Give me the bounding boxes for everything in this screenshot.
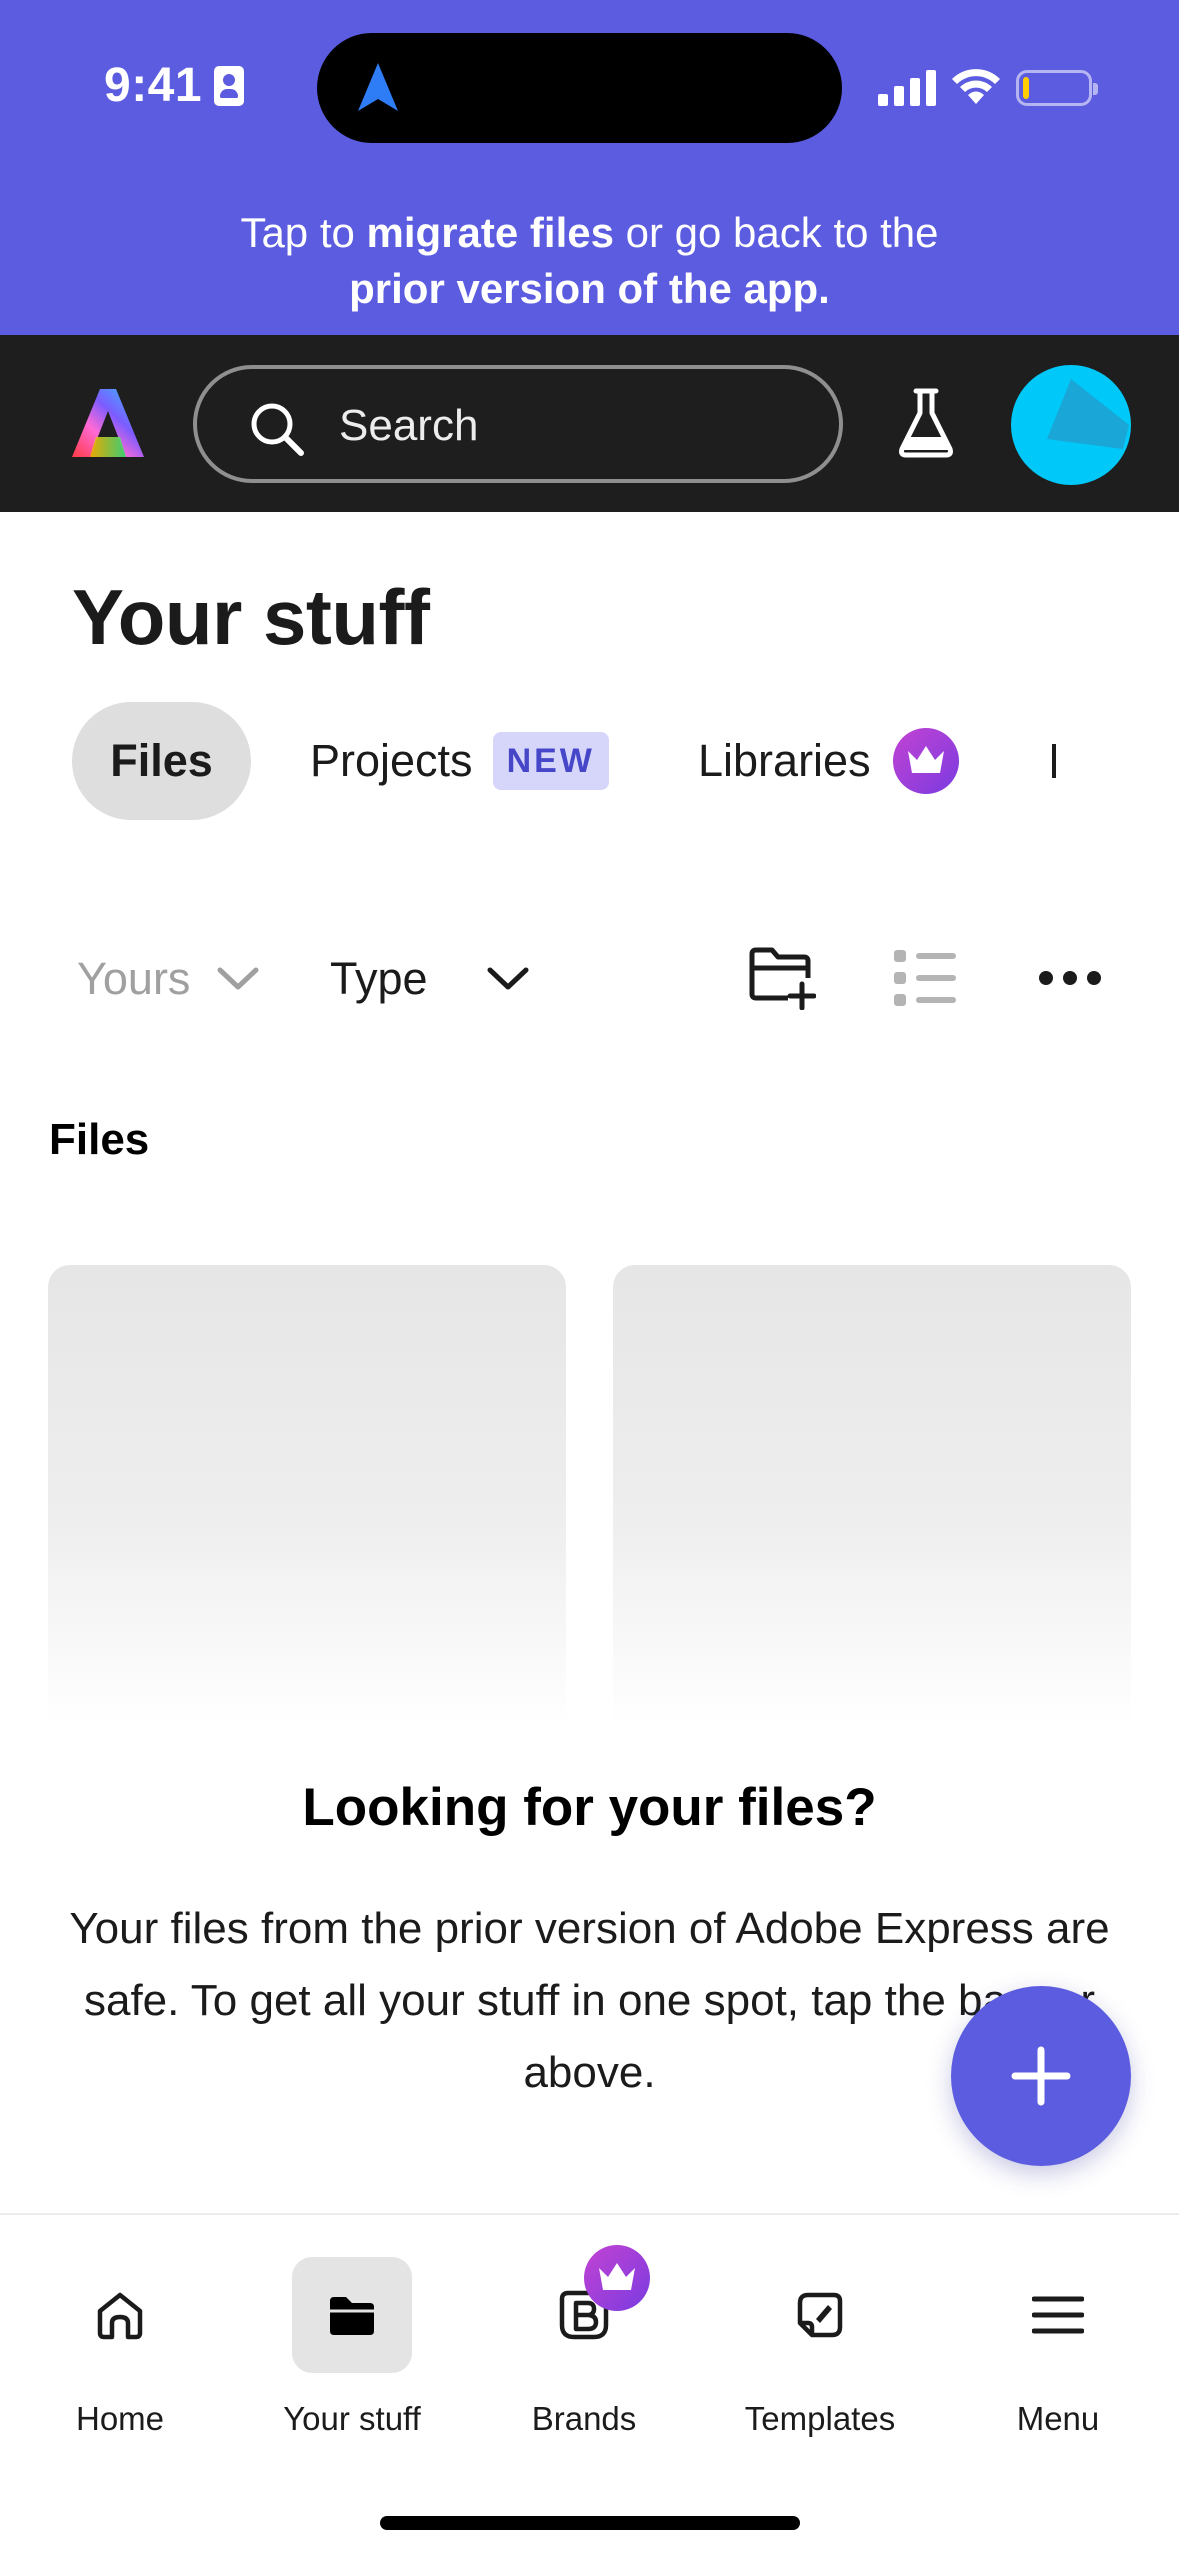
nav-home[interactable]: Home xyxy=(10,2245,230,2437)
id-badge-icon xyxy=(214,66,244,106)
crown-icon xyxy=(584,2245,650,2311)
new-folder-icon[interactable] xyxy=(748,944,816,1010)
nav-templates-label: Templates xyxy=(744,2400,896,2437)
nav-home-label: Home xyxy=(75,2400,165,2437)
tab-overflow[interactable]: I xyxy=(1052,702,1058,820)
file-placeholder-card xyxy=(48,1265,566,1725)
dynamic-island xyxy=(317,33,842,143)
home-icon xyxy=(97,2292,143,2340)
banner-text-suffix: or go back to the xyxy=(613,209,939,256)
chevron-down-icon xyxy=(217,967,259,990)
banner-text-prefix: Tap to xyxy=(240,209,367,256)
avatar-graphic xyxy=(1047,379,1129,449)
nav-your-stuff[interactable]: Your stuff xyxy=(242,2245,462,2437)
navigation-arrow-icon xyxy=(358,63,398,111)
wifi-icon xyxy=(952,69,1000,104)
tab-projects[interactable]: Projects NEW xyxy=(310,702,609,820)
tab-files[interactable]: Files xyxy=(72,702,251,820)
templates-icon xyxy=(797,2292,843,2338)
nav-brands-label: Brands xyxy=(531,2400,637,2437)
nav-your-stuff-label: Your stuff xyxy=(283,2400,421,2437)
menu-icon xyxy=(1032,2296,1084,2334)
app-header: Search xyxy=(0,335,1179,512)
tab-projects-label: Projects xyxy=(310,735,473,786)
avatar[interactable] xyxy=(1011,365,1131,485)
chevron-down-icon xyxy=(487,967,529,990)
tab-libraries-label: Libraries xyxy=(698,735,871,786)
tab-files-label: Files xyxy=(110,735,213,786)
create-new-button[interactable] xyxy=(951,1986,1131,2166)
tab-overflow-glyph: I xyxy=(1052,744,1056,778)
signal-icon xyxy=(878,70,936,106)
file-placeholder-card xyxy=(613,1265,1131,1725)
tab-libraries[interactable]: Libraries xyxy=(698,702,959,820)
top-banner-area: 9:41 Tap to migrate files or go back to … xyxy=(0,0,1179,335)
new-badge: NEW xyxy=(492,732,609,790)
labs-flask-icon[interactable] xyxy=(896,387,956,459)
migrate-banner[interactable]: Tap to migrate files or go back to the p… xyxy=(0,205,1179,317)
battery-icon xyxy=(1016,70,1098,106)
migrate-files-link[interactable]: migrate files xyxy=(367,209,614,256)
empty-state-title: Looking for your files? xyxy=(302,1778,877,1837)
nav-menu[interactable]: Menu xyxy=(948,2245,1168,2437)
folder-icon xyxy=(330,2297,374,2335)
bottom-nav: Home Your stuff Brands Templates Menu xyxy=(0,2213,1179,2556)
crown-icon xyxy=(892,728,959,794)
nav-menu-label: Menu xyxy=(1016,2400,1100,2437)
home-indicator[interactable] xyxy=(380,2516,800,2530)
search-input[interactable]: Search xyxy=(193,365,843,483)
page-title: Your stuff xyxy=(72,573,430,661)
plus-icon xyxy=(1011,2046,1071,2106)
battery-level xyxy=(1023,77,1029,99)
more-options-icon[interactable] xyxy=(1038,966,1102,990)
search-placeholder: Search xyxy=(339,401,479,450)
owner-filter-label: Yours xyxy=(77,953,191,1004)
type-filter-label: Type xyxy=(330,953,428,1004)
adobe-express-logo[interactable] xyxy=(70,385,146,461)
nav-templates[interactable]: Templates xyxy=(710,2245,930,2437)
search-icon xyxy=(251,403,304,456)
status-time: 9:41 xyxy=(104,59,203,112)
files-section-title: Files xyxy=(49,1115,150,1164)
nav-brands[interactable]: Brands xyxy=(474,2245,694,2437)
owner-filter-dropdown[interactable]: Yours xyxy=(77,944,260,1014)
type-filter-dropdown[interactable]: Type xyxy=(330,944,530,1014)
prior-version-link[interactable]: prior version of the app. xyxy=(349,265,830,312)
list-view-icon[interactable] xyxy=(892,948,958,1008)
